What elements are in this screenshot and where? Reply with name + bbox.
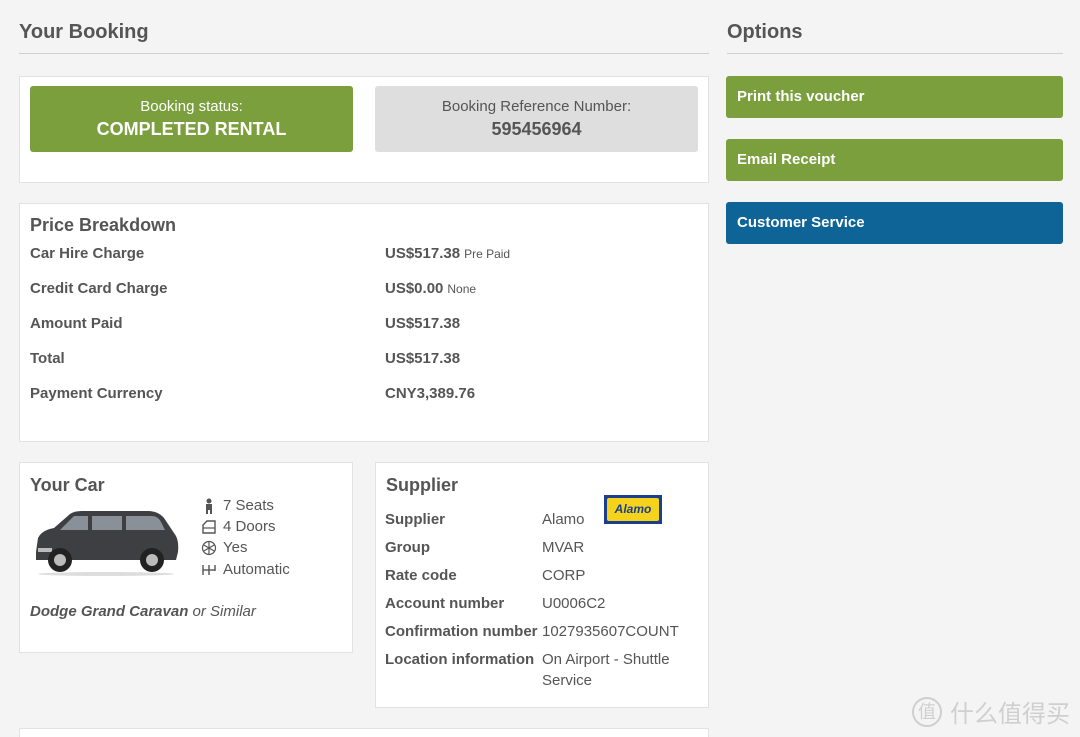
divider [19, 53, 709, 54]
gearbox-icon [202, 564, 216, 575]
price-note: None [447, 282, 477, 296]
price-row-label: Credit Card Charge [30, 280, 168, 297]
car-model: Dodge Grand Caravan or Similar [30, 603, 256, 620]
supplier-row-label: Account number [385, 595, 505, 612]
car-model-name: Dodge Grand Caravan [30, 603, 189, 620]
supplier-row-label: Group [385, 539, 430, 556]
supplier-row-label: Location information [385, 651, 535, 668]
booking-reference-box: Booking Reference Number: 595456964 [375, 86, 698, 152]
supplier-logo: Alamo [604, 495, 662, 524]
your-booking-heading: Your Booking [19, 21, 149, 43]
supplier-row-label: Supplier [385, 511, 446, 528]
car-feature-transmission: Automatic [201, 561, 290, 578]
email-receipt-button[interactable]: Email Receipt [726, 139, 1063, 181]
car-feature-aircon: Yes [201, 539, 247, 556]
car-feature-text: 7 Seats [223, 497, 274, 514]
supplier-row-value: CORP [542, 567, 586, 584]
car-feature-seats: 7 Seats [201, 497, 274, 514]
door-icon [202, 519, 216, 534]
divider [727, 53, 1063, 54]
supplier-row-value: Alamo [542, 511, 585, 528]
car-image [36, 511, 179, 576]
supplier-logo-text: Alamo [607, 498, 659, 521]
price-row-value: US$517.38 Pre Paid [385, 245, 510, 262]
watermark: 值 什么值得买 [912, 694, 1070, 729]
price-amount: US$0.00 [385, 280, 444, 297]
options-heading: Options [727, 21, 803, 43]
price-row-value: US$0.00 None [385, 280, 476, 297]
price-breakdown-title: Price Breakdown [30, 215, 177, 235]
watermark-text: 什么值得买 [950, 701, 1070, 728]
booking-status-badge: Booking status: COMPLETED RENTAL [30, 86, 353, 152]
supplier-row-label: Confirmation number [385, 623, 538, 640]
supplier-title: Supplier [386, 475, 459, 495]
customer-service-button[interactable]: Customer Service [726, 202, 1063, 244]
watermark-logo: 值 [912, 696, 942, 727]
price-row-label: Total [30, 350, 65, 367]
person-icon [206, 498, 212, 514]
car-model-suffix: or Similar [192, 603, 256, 620]
supplier-row-value: On Airport - Shuttle Service [542, 651, 670, 689]
booking-reference-label: Booking Reference Number: [441, 98, 632, 115]
price-row-value: US$517.38 [385, 315, 461, 332]
print-voucher-button[interactable]: Print this voucher [726, 76, 1063, 118]
your-car-title: Your Car [30, 475, 105, 495]
car-feature-text: 4 Doors [223, 518, 276, 535]
supplier-row-value: MVAR [542, 539, 585, 556]
price-breakdown-card [19, 203, 709, 442]
booking-status-value: COMPLETED RENTAL [96, 119, 287, 139]
price-row-label: Amount Paid [30, 315, 123, 332]
price-row-value: US$517.38 [385, 350, 461, 367]
price-row-value: CNY3,389.76 [385, 385, 476, 402]
price-amount: US$517.38 [385, 245, 461, 262]
car-feature-text: Yes [223, 539, 248, 556]
car-feature-text: Automatic [223, 561, 290, 578]
next-section-card [19, 728, 709, 737]
booking-status-label: Booking status: [140, 98, 243, 115]
supplier-row-value: 1027935607COUNT [542, 623, 679, 640]
booking-reference-value: 595456964 [491, 119, 582, 139]
price-row-label: Car Hire Charge [30, 245, 145, 262]
supplier-row-value: U0006C2 [542, 595, 606, 612]
price-note: Pre Paid [464, 247, 511, 261]
price-row-label: Payment Currency [30, 385, 163, 402]
car-feature-doors: 4 Doors [201, 518, 276, 535]
supplier-row-label: Rate code [385, 567, 457, 584]
snowflake-icon [201, 540, 217, 555]
